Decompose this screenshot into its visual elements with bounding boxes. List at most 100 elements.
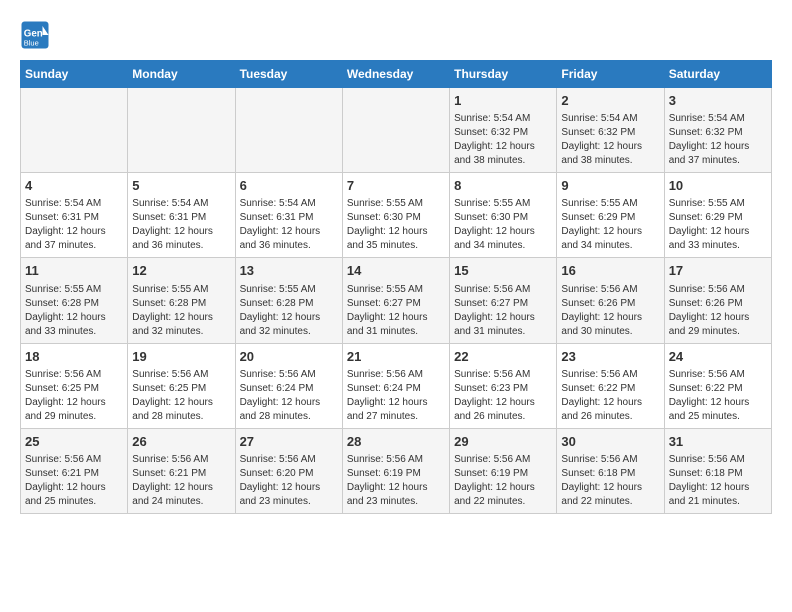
day-number: 9 [561, 177, 659, 195]
day-number: 27 [240, 433, 338, 451]
day-info: Sunrise: 5:55 AM Sunset: 6:27 PM Dayligh… [347, 283, 445, 339]
day-number: 7 [347, 177, 445, 195]
day-number: 5 [132, 177, 230, 195]
day-info: Sunrise: 5:56 AM Sunset: 6:19 PM Dayligh… [454, 453, 552, 509]
day-cell-3-3: 21Sunrise: 5:56 AM Sunset: 6:24 PM Dayli… [342, 343, 449, 428]
header-tuesday: Tuesday [235, 61, 342, 88]
day-info: Sunrise: 5:56 AM Sunset: 6:22 PM Dayligh… [561, 368, 659, 424]
day-number: 18 [25, 348, 123, 366]
day-cell-0-5: 2 Sunrise: 5:54 AM Sunset: 6:32 PM Daylig… [557, 88, 664, 173]
day-number: 25 [25, 433, 123, 451]
day-info: Sunrise: 5:54 AM Sunset: 6:32 PM Dayligh… [454, 112, 552, 168]
day-number: 1 [454, 92, 552, 110]
week-row-5: 25 Sunrise: 5:56 AM Sunset: 6:21 PM Dayli… [21, 428, 772, 513]
logo-icon: Gen Blue [20, 20, 50, 50]
day-info: Sunrise: 5:56 AM Sunset: 6:18 PM Dayligh… [669, 453, 767, 509]
day-info: Sunrise: 5:55 AM Sunset: 6:28 PM Dayligh… [132, 283, 230, 339]
day-cell-0-1 [128, 88, 235, 173]
day-cell-2-4: 15 Sunrise: 5:56 AM Sunset: 6:27 PM Dayli… [450, 258, 557, 343]
day-info: Sunrise: 5:56 AM Sunset: 6:24 PM Dayligh… [240, 368, 338, 424]
day-info: Sunrise: 5:54 AM Sunset: 6:31 PM Dayligh… [240, 197, 338, 253]
day-info: Sunrise: 5:56 AM Sunset: 6:19 PM Dayligh… [347, 453, 445, 509]
day-number: 23 [561, 348, 659, 366]
header-saturday: Saturday [664, 61, 771, 88]
header-friday: Friday [557, 61, 664, 88]
logo: Gen Blue [20, 20, 54, 50]
calendar-table: SundayMondayTuesdayWednesdayThursdayFrid… [20, 60, 772, 514]
week-row-2: 4Sunrise: 5:54 AM Sunset: 6:31 PM Daylig… [21, 173, 772, 258]
day-info: Sunrise: 5:55 AM Sunset: 6:28 PM Dayligh… [25, 283, 123, 339]
day-cell-0-0 [21, 88, 128, 173]
day-info: Sunrise: 5:56 AM Sunset: 6:23 PM Dayligh… [454, 368, 552, 424]
day-cell-1-1: 5 Sunrise: 5:54 AM Sunset: 6:31 PM Daylig… [128, 173, 235, 258]
week-row-4: 18 Sunrise: 5:56 AM Sunset: 6:25 PM Dayli… [21, 343, 772, 428]
day-cell-1-4: 8 Sunrise: 5:55 AM Sunset: 6:30 PM Daylig… [450, 173, 557, 258]
day-info: Sunrise: 5:56 AM Sunset: 6:27 PM Dayligh… [454, 283, 552, 339]
day-number: 29 [454, 433, 552, 451]
day-cell-2-0: 11 Sunrise: 5:55 AM Sunset: 6:28 PM Dayli… [21, 258, 128, 343]
day-number: 6 [240, 177, 338, 195]
calendar-header: SundayMondayTuesdayWednesdayThursdayFrid… [21, 61, 772, 88]
day-number: 31 [669, 433, 767, 451]
header-thursday: Thursday [450, 61, 557, 88]
day-number: 14 [347, 262, 445, 280]
day-info: Sunrise: 5:54 AM Sunset: 6:32 PM Dayligh… [561, 112, 659, 168]
day-number: 15 [454, 262, 552, 280]
week-row-1: 1 Sunrise: 5:54 AM Sunset: 6:32 PM Daylig… [21, 88, 772, 173]
day-cell-1-5: 9Sunrise: 5:55 AM Sunset: 6:29 PM Daylig… [557, 173, 664, 258]
day-info: Sunrise: 5:56 AM Sunset: 6:26 PM Dayligh… [561, 283, 659, 339]
day-number: 2 [561, 92, 659, 110]
day-number: 19 [132, 348, 230, 366]
day-number: 20 [240, 348, 338, 366]
day-number: 11 [25, 262, 123, 280]
day-cell-0-2 [235, 88, 342, 173]
day-cell-2-1: 12 Sunrise: 5:55 AM Sunset: 6:28 PM Dayli… [128, 258, 235, 343]
day-info: Sunrise: 5:56 AM Sunset: 6:18 PM Dayligh… [561, 453, 659, 509]
day-info: Sunrise: 5:56 AM Sunset: 6:21 PM Dayligh… [25, 453, 123, 509]
day-cell-0-6: 3Sunrise: 5:54 AM Sunset: 6:32 PM Daylig… [664, 88, 771, 173]
day-info: Sunrise: 5:55 AM Sunset: 6:28 PM Dayligh… [240, 283, 338, 339]
day-number: 13 [240, 262, 338, 280]
day-cell-1-2: 6 Sunrise: 5:54 AM Sunset: 6:31 PM Daylig… [235, 173, 342, 258]
calendar-body: 1 Sunrise: 5:54 AM Sunset: 6:32 PM Daylig… [21, 88, 772, 514]
day-info: Sunrise: 5:55 AM Sunset: 6:29 PM Dayligh… [669, 197, 767, 253]
day-cell-1-0: 4Sunrise: 5:54 AM Sunset: 6:31 PM Daylig… [21, 173, 128, 258]
day-cell-2-2: 13 Sunrise: 5:55 AM Sunset: 6:28 PM Dayli… [235, 258, 342, 343]
day-info: Sunrise: 5:56 AM Sunset: 6:25 PM Dayligh… [25, 368, 123, 424]
day-info: Sunrise: 5:55 AM Sunset: 6:30 PM Dayligh… [347, 197, 445, 253]
day-cell-4-1: 26 Sunrise: 5:56 AM Sunset: 6:21 PM Dayli… [128, 428, 235, 513]
day-number: 16 [561, 262, 659, 280]
day-cell-3-2: 20 Sunrise: 5:56 AM Sunset: 6:24 PM Dayli… [235, 343, 342, 428]
day-cell-3-1: 19 Sunrise: 5:56 AM Sunset: 6:25 PM Dayli… [128, 343, 235, 428]
day-info: Sunrise: 5:54 AM Sunset: 6:31 PM Dayligh… [132, 197, 230, 253]
day-cell-2-3: 14 Sunrise: 5:55 AM Sunset: 6:27 PM Dayli… [342, 258, 449, 343]
day-cell-3-0: 18 Sunrise: 5:56 AM Sunset: 6:25 PM Dayli… [21, 343, 128, 428]
day-info: Sunrise: 5:54 AM Sunset: 6:32 PM Dayligh… [669, 112, 767, 168]
svg-text:Blue: Blue [24, 39, 39, 48]
day-info: Sunrise: 5:56 AM Sunset: 6:20 PM Dayligh… [240, 453, 338, 509]
day-cell-1-6: 10 Sunrise: 5:55 AM Sunset: 6:29 PM Dayli… [664, 173, 771, 258]
header-sunday: Sunday [21, 61, 128, 88]
day-cell-4-4: 29 Sunrise: 5:56 AM Sunset: 6:19 PM Dayli… [450, 428, 557, 513]
header: Gen Blue [20, 20, 772, 50]
day-cell-2-5: 16 Sunrise: 5:56 AM Sunset: 6:26 PM Dayli… [557, 258, 664, 343]
day-info: Sunrise: 5:55 AM Sunset: 6:30 PM Dayligh… [454, 197, 552, 253]
header-wednesday: Wednesday [342, 61, 449, 88]
day-number: 8 [454, 177, 552, 195]
day-info: Sunrise: 5:56 AM Sunset: 6:26 PM Dayligh… [669, 283, 767, 339]
day-cell-3-4: 22Sunrise: 5:56 AM Sunset: 6:23 PM Dayli… [450, 343, 557, 428]
day-number: 17 [669, 262, 767, 280]
day-info: Sunrise: 5:56 AM Sunset: 6:25 PM Dayligh… [132, 368, 230, 424]
day-cell-1-3: 7 Sunrise: 5:55 AM Sunset: 6:30 PM Daylig… [342, 173, 449, 258]
header-monday: Monday [128, 61, 235, 88]
day-cell-3-5: 23 Sunrise: 5:56 AM Sunset: 6:22 PM Dayli… [557, 343, 664, 428]
day-number: 26 [132, 433, 230, 451]
day-number: 28 [347, 433, 445, 451]
day-number: 10 [669, 177, 767, 195]
day-cell-0-4: 1 Sunrise: 5:54 AM Sunset: 6:32 PM Daylig… [450, 88, 557, 173]
day-number: 30 [561, 433, 659, 451]
day-cell-4-2: 27 Sunrise: 5:56 AM Sunset: 6:20 PM Dayli… [235, 428, 342, 513]
day-number: 12 [132, 262, 230, 280]
day-info: Sunrise: 5:56 AM Sunset: 6:21 PM Dayligh… [132, 453, 230, 509]
day-cell-4-6: 31 Sunrise: 5:56 AM Sunset: 6:18 PM Dayli… [664, 428, 771, 513]
